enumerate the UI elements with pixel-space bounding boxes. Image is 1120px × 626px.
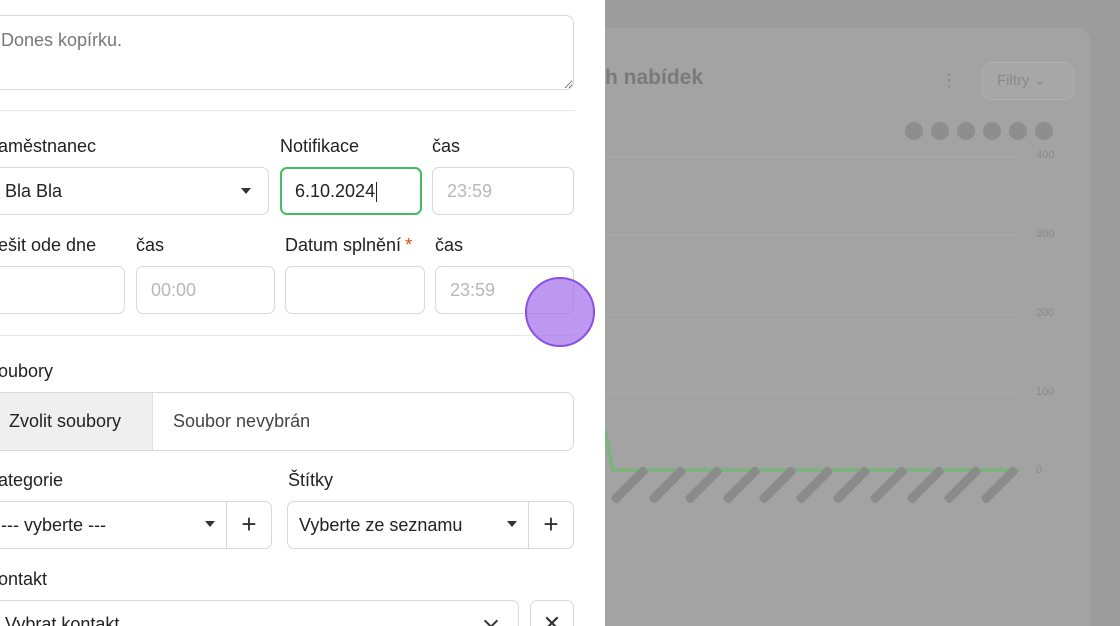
text-caret [376,182,378,203]
zoom-out-icon [931,122,949,140]
background-gridline [605,314,1020,315]
file-status-text: Soubor nevybrán [173,411,311,431]
background-filter-button: Filtry ⌄ [982,62,1074,100]
background-chart-title: h nabídek [605,66,704,89]
solve-from-date-input[interactable] [0,266,125,314]
more-icon: ⋮ [940,70,958,90]
file-input[interactable]: Zvolit soubory Soubor nevybrán [0,392,574,451]
choose-files-button[interactable]: Zvolit soubory [0,393,153,450]
contact-label: ontakt [0,569,48,589]
contact-select-value: Vybrat kontakt [5,614,120,626]
chevron-down-icon [241,188,251,194]
employee-select[interactable]: Bla Bla [0,167,269,215]
task-form-drawer: aměstnanec Bla Bla Notifikace 6.10.2024 … [0,0,605,626]
background-series-line [605,429,1020,472]
chevron-down-icon [507,521,517,527]
background-chart-card [590,28,1090,626]
notification-time-label: čas [432,136,461,156]
note-textarea[interactable] [0,15,574,90]
add-tag-button[interactable]: + [528,501,574,549]
due-date-label: Datum splnění * [285,235,412,256]
add-category-button[interactable]: + [226,501,272,549]
magnify-icon [957,122,975,140]
due-date-label-text: Datum splnění [285,235,402,255]
background-y-tick: 400 [1036,149,1055,161]
solve-from-time-label: čas [136,235,165,255]
divider [0,335,575,336]
tags-select[interactable]: Vyberte ze seznamu [287,501,530,549]
notification-time-input[interactable]: 23:59 [432,167,574,215]
employee-select-value: Bla Bla [5,181,63,201]
category-select-value: --- vyberte --- [1,515,106,535]
due-date-input[interactable] [285,266,425,314]
home-icon [1009,122,1027,140]
cursor-indicator [525,277,595,347]
required-marker: * [405,235,413,255]
notification-label: Notifikace [280,136,360,156]
background-gridline [605,235,1020,236]
background-gridline [605,393,1020,394]
category-select[interactable]: --- vyberte --- [0,501,228,549]
background-y-tick: 100 [1036,386,1055,398]
background-y-tick: 300 [1036,228,1055,240]
background-y-tick: 0 [1036,464,1043,476]
divider [0,110,575,111]
contact-select[interactable]: Vybrat kontakt [0,600,519,626]
chevron-down-icon [205,521,215,527]
solve-from-time-input[interactable]: 00:00 [136,266,275,314]
pan-icon [983,122,1001,140]
background-chart-toolbar [905,122,1053,140]
menu-icon [1035,122,1053,140]
background-y-tick: 200 [1036,307,1055,319]
due-time-label: čas [435,235,464,255]
solve-from-label: ešit ode dne [0,235,97,255]
clear-contact-button[interactable]: ✕ [530,600,574,626]
category-label: ategorie [0,470,64,490]
tags-label: Štítky [288,470,334,490]
files-label: oubory [0,361,54,381]
notification-date-input[interactable]: 6.10.2024 [280,167,422,215]
background-gridline [605,156,1020,157]
zoom-in-icon [905,122,923,140]
notification-date-value: 6.10.2024 [295,181,376,201]
tags-select-value: Vyberte ze seznamu [299,515,463,535]
employee-label: aměstnanec [0,136,97,156]
